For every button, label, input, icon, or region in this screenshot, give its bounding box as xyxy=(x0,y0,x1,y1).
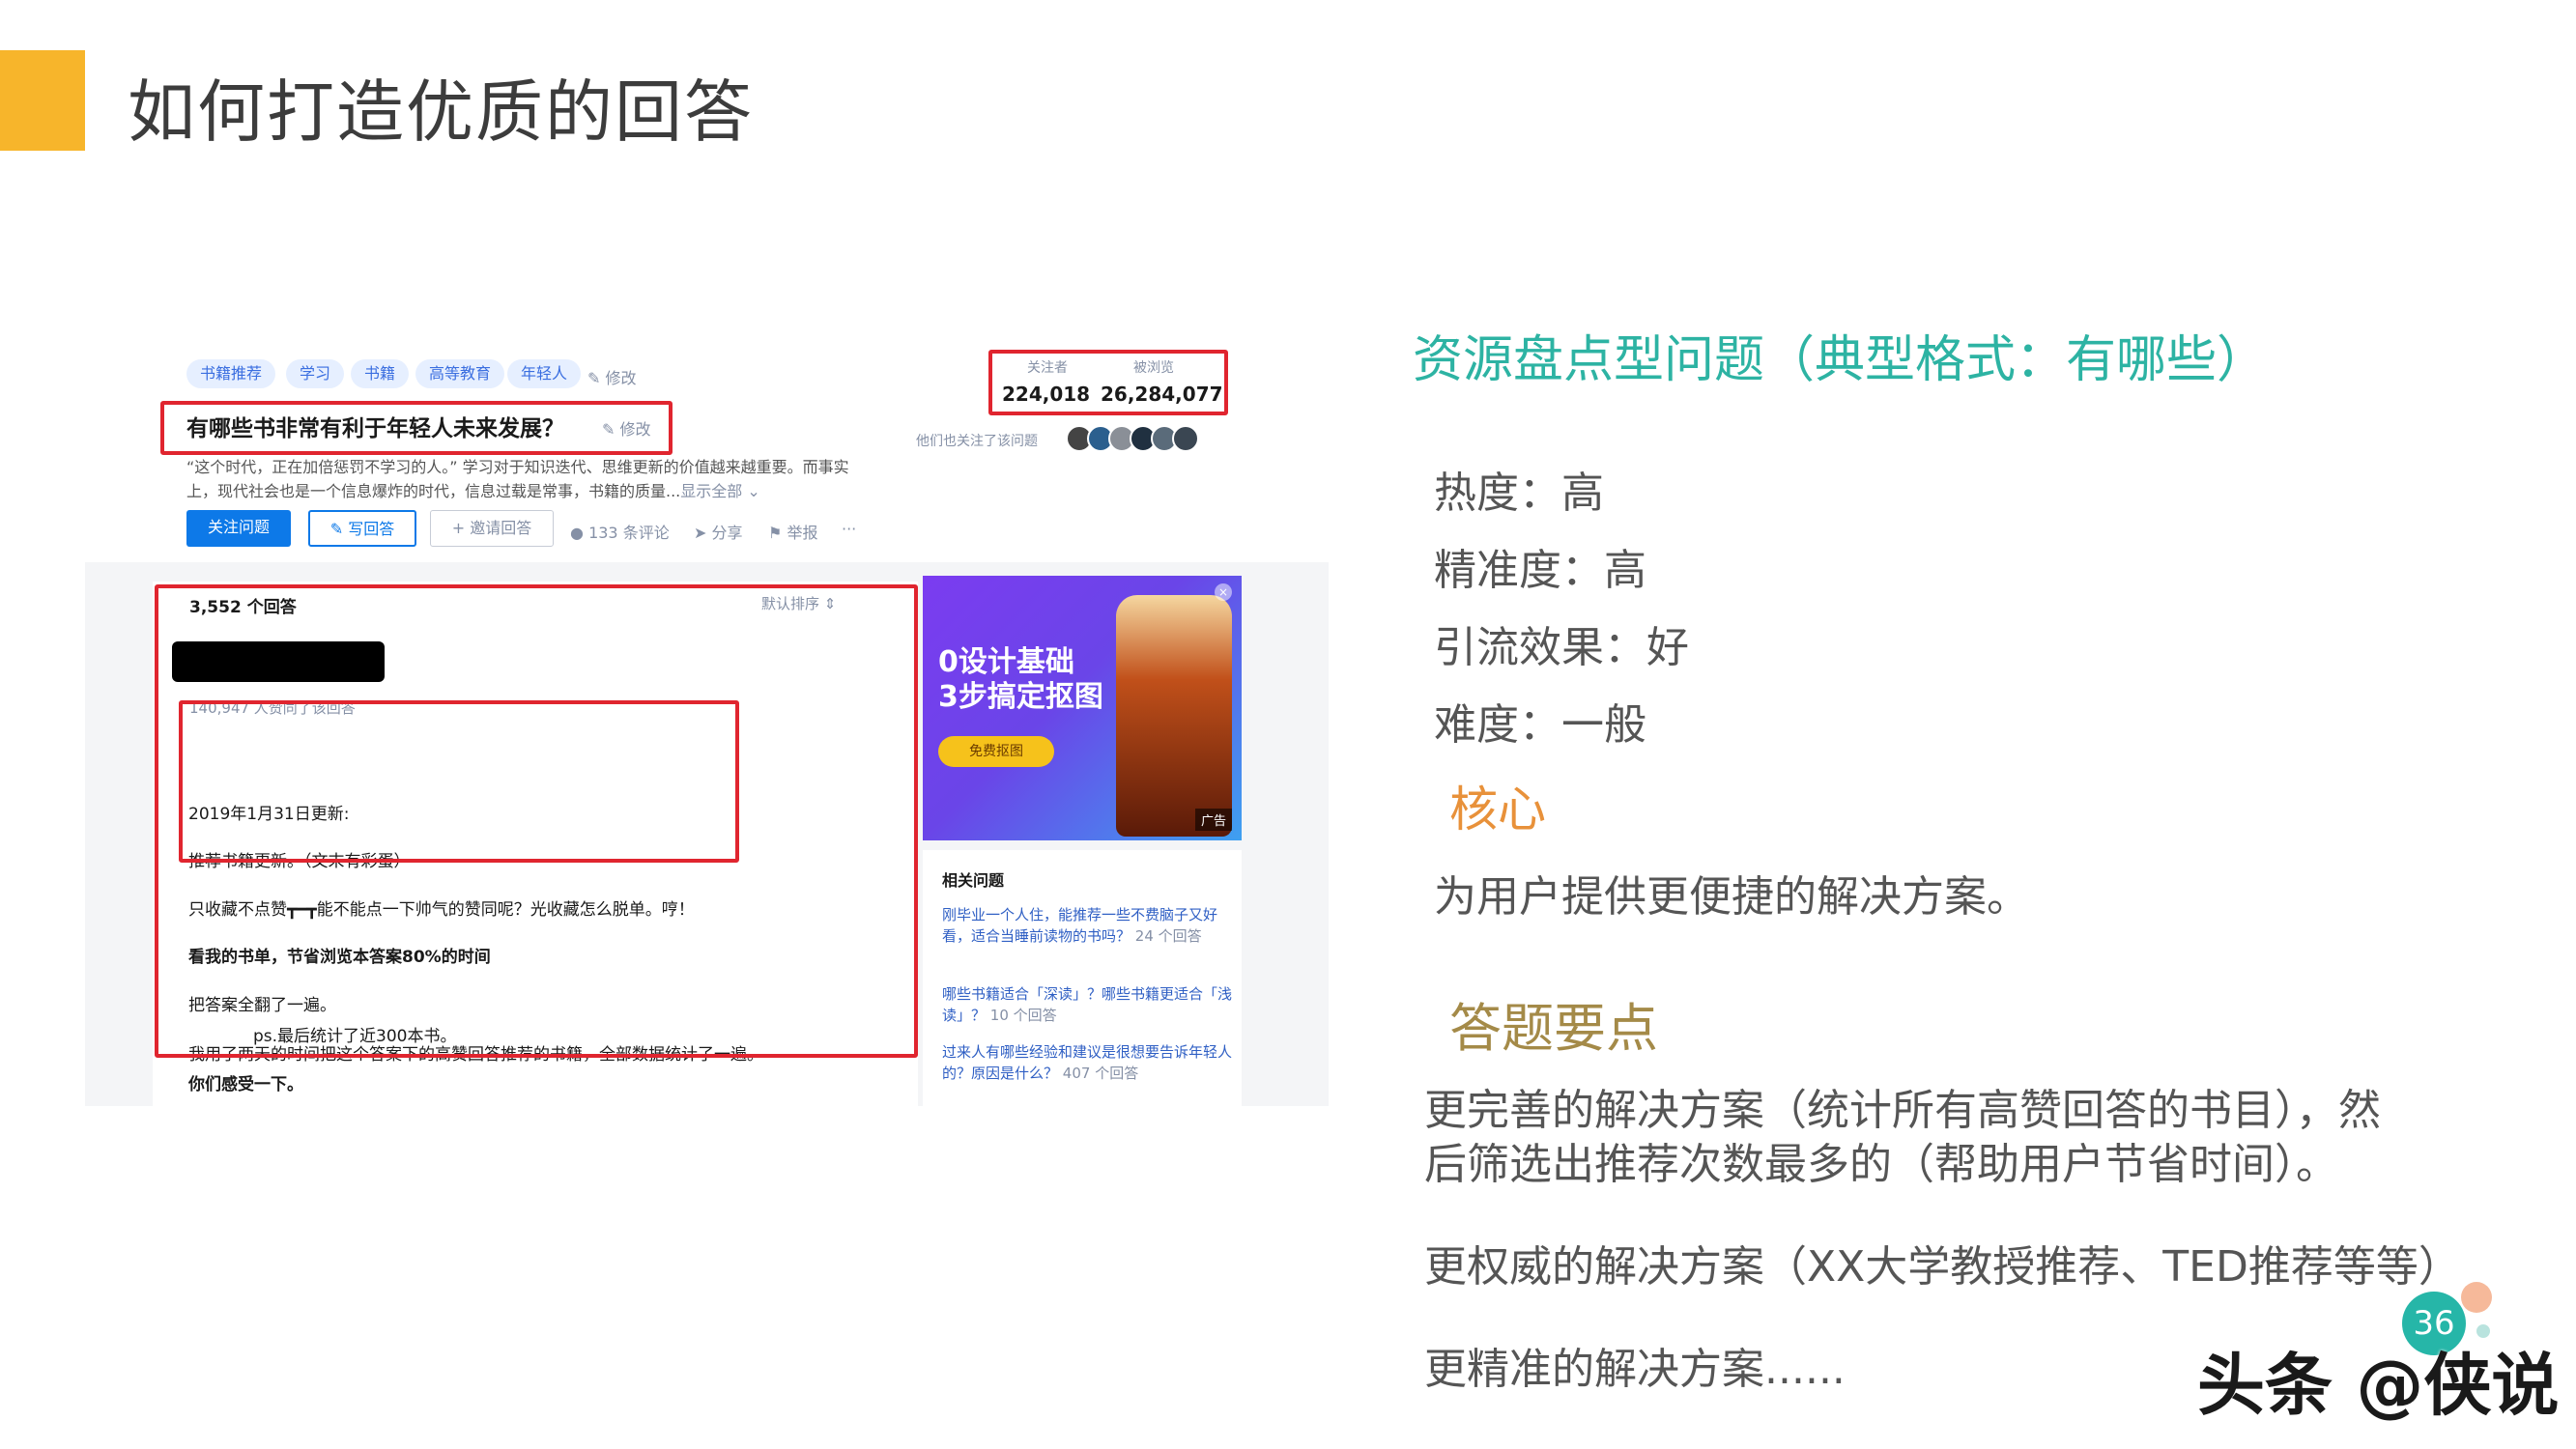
ad-headline: 0设计基础 3步搞定抠图 xyxy=(938,645,1103,714)
edit-tags-link[interactable]: ✎ 修改 xyxy=(587,365,637,388)
related-question[interactable]: 哪些书籍适合「深读」？哪些书籍更适合「浅读」？ 10 个回答 xyxy=(942,983,1232,1026)
pencil-icon: ✎ xyxy=(329,520,344,538)
title-accent-bar xyxy=(0,50,85,151)
topic-tag[interactable]: 高等教育 xyxy=(415,359,505,388)
related-question[interactable]: 过来人有哪些经验和建议是很想要告诉年轻人的？原因是什么？ 407 个回答 xyxy=(942,1041,1232,1084)
highlight-box-stats xyxy=(988,350,1228,415)
key-point: 更权威的解决方案（XX大学教授推荐、TED推荐等等） xyxy=(1424,1242,2461,1292)
pencil-icon: ✎ xyxy=(587,369,601,387)
question-screenshot: 书籍推荐 学习 书籍 高等教育 年轻人 ✎ 修改 有哪些书非常有利于年轻人未来发… xyxy=(85,328,1329,1106)
ad-button[interactable]: 免费抠图 xyxy=(938,736,1054,767)
key-points-label: 答题要点 xyxy=(1449,998,1658,1059)
send-icon: ➤ xyxy=(694,524,707,542)
metric-precision: 精准度：高 xyxy=(1434,546,1646,595)
comment-icon: ● xyxy=(570,524,584,542)
metric-difficulty: 难度：一般 xyxy=(1434,700,1646,750)
metric-heat: 热度：高 xyxy=(1434,469,1604,518)
watermark: 头条 @侠说 xyxy=(2197,1346,2560,1425)
report-button[interactable]: ⚑ 举报 xyxy=(768,520,817,543)
core-label: 核心 xyxy=(1449,781,1546,838)
flag-icon: ⚑ xyxy=(768,524,783,542)
related-title: 相关问题 xyxy=(942,871,1005,890)
decor-dot xyxy=(2461,1282,2492,1313)
cola-glass-image xyxy=(1116,595,1232,837)
question-description: “这个时代，正在加倍惩罚不学习的人。” 学习对于知识迭代、思维更新的价值越来越重… xyxy=(186,458,849,476)
slide-title: 如何打造优质的回答 xyxy=(128,72,754,152)
invite-answer-button[interactable]: + 邀请回答 xyxy=(430,510,554,547)
show-all-link[interactable]: 显示全部 ⌄ xyxy=(680,482,760,500)
key-point: 更完善的解决方案（统计所有高赞回答的书目），然 xyxy=(1424,1086,2381,1135)
write-answer-button[interactable]: ✎ 写回答 xyxy=(308,510,416,547)
close-icon[interactable]: × xyxy=(1215,583,1232,601)
topic-tag[interactable]: 年轻人 xyxy=(507,359,582,388)
ad-banner[interactable]: 0设计基础 3步搞定抠图 免费抠图 广告 × xyxy=(923,576,1242,840)
related-question[interactable]: 刚毕业一个人住，能推荐一些不费脑子又好看，适合当睡前读物的书吗？ 24 个回答 xyxy=(942,904,1232,947)
topic-tag[interactable]: 书籍推荐 xyxy=(186,359,276,388)
topic-tag[interactable]: 学习 xyxy=(286,359,345,388)
metric-traffic: 引流效果：好 xyxy=(1434,623,1689,672)
followers-hint: 他们也关注了该问题 xyxy=(916,434,1038,449)
highlight-box-answer xyxy=(155,584,918,1058)
add-user-icon: + xyxy=(451,519,466,537)
key-point: 后筛选出推荐次数最多的（帮助用户节省时间）。 xyxy=(1424,1140,2338,1189)
question-type-heading: 资源盘点型问题（典型格式：有哪些） xyxy=(1413,331,2268,389)
more-button[interactable]: ··· xyxy=(842,520,856,538)
avatar[interactable] xyxy=(1172,425,1199,452)
comments-button[interactable]: ● 133 条评论 xyxy=(570,520,670,543)
related-questions: 相关问题 刚毕业一个人住，能推荐一些不费脑子又好看，适合当睡前读物的书吗？ 24… xyxy=(923,850,1242,1106)
topic-tag[interactable]: 书籍 xyxy=(351,359,410,388)
answer-line: 你们感受一下。 xyxy=(188,1075,303,1094)
highlight-box-title xyxy=(160,401,673,455)
core-text: 为用户提供更便捷的解决方案。 xyxy=(1434,872,2029,922)
share-button[interactable]: ➤ 分享 xyxy=(694,520,743,543)
ad-label: 广告 xyxy=(1194,809,1232,831)
key-point: 更精准的解决方案...... xyxy=(1424,1345,1846,1394)
question-description: 上，现代社会也是一个信息爆炸的时代，信息过载是常事，书籍的质量...显示全部 ⌄ xyxy=(186,482,760,500)
answer-line: ps.最后统计了近300本书。 xyxy=(253,1027,457,1046)
follow-question-button[interactable]: 关注问题 xyxy=(186,510,291,547)
